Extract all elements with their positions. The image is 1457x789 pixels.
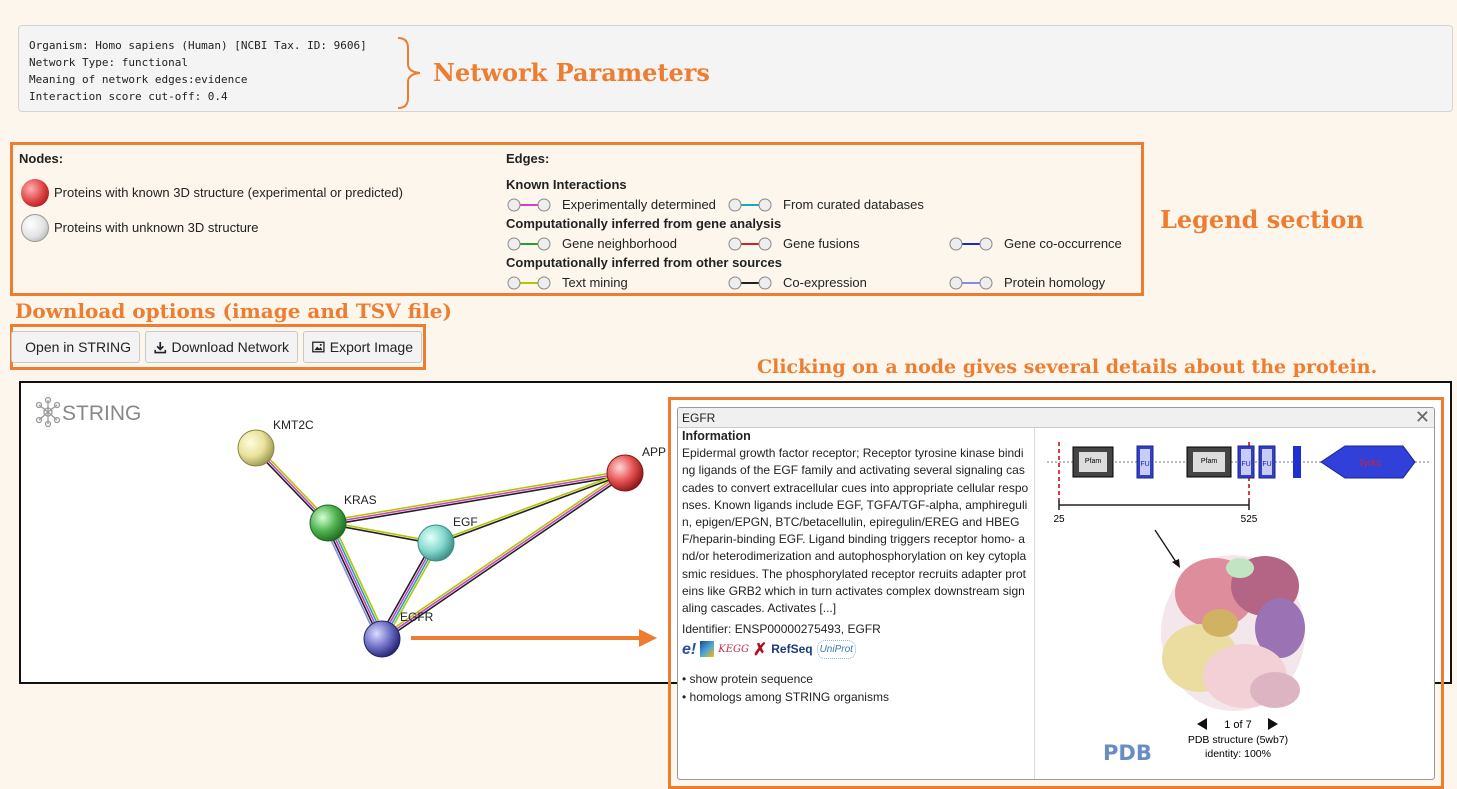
edge-symbol-curated xyxy=(728,198,772,212)
edge-label-curated: From curated databases xyxy=(783,197,924,212)
legend-section-annotation: Legend section xyxy=(1160,205,1364,234)
edge-symbol-homology xyxy=(949,276,993,290)
edge-label-coexpression: Co-expression xyxy=(783,275,867,290)
node-label-egf: EGF xyxy=(453,515,478,529)
node-app[interactable] xyxy=(606,454,644,492)
string-logo-icon xyxy=(35,396,61,428)
node-egfr[interactable] xyxy=(363,620,401,658)
open-in-string-label: Open in STRING xyxy=(25,339,131,355)
node-egf[interactable] xyxy=(417,524,455,562)
image-icon xyxy=(312,341,325,353)
edge-symbol-experimental xyxy=(507,198,551,212)
node-kmt2c[interactable] xyxy=(237,429,275,467)
download-network-label: Download Network xyxy=(171,339,290,355)
download-options-annotation: Download options (image and TSV file) xyxy=(15,299,452,323)
edge-label-neighborhood: Gene neighborhood xyxy=(562,236,677,251)
edge-egf-app[interactable] xyxy=(435,471,626,545)
click-node-annotation: Clicking on a node gives several details… xyxy=(757,356,1378,378)
edge-label-textmining: Text mining xyxy=(562,275,628,290)
edge-legend-symbols xyxy=(507,198,993,290)
node-label-app: APP xyxy=(642,445,666,459)
annotation-arrow xyxy=(411,629,657,647)
node-label-kmt2c: KMT2C xyxy=(273,418,314,432)
edge-symbol-coexpression xyxy=(728,276,772,290)
node-label-kras: KRAS xyxy=(344,493,377,507)
network-nodes[interactable] xyxy=(237,429,644,658)
edge-label-experimental: Experimentally determined xyxy=(562,197,716,212)
download-icon xyxy=(154,341,167,353)
edge-label-fusions: Gene fusions xyxy=(783,236,860,251)
string-logo-text: STRING xyxy=(62,402,141,425)
string-logo: STRING xyxy=(35,396,141,428)
edge-label-cooccurrence: Gene co-occurrence xyxy=(1004,236,1122,251)
detail-highlight-box xyxy=(668,397,1444,789)
edge-symbol-neighborhood xyxy=(507,237,551,251)
edge-symbol-fusions xyxy=(728,237,772,251)
node-label-egfr: EGFR xyxy=(400,610,434,624)
edge-label-homology: Protein homology xyxy=(1004,275,1106,290)
download-network-button[interactable]: Download Network xyxy=(145,331,298,363)
edge-symbol-cooccurrence xyxy=(949,237,993,251)
edge-symbol-textmining xyxy=(507,276,551,290)
open-in-string-button[interactable]: Open in STRING xyxy=(11,331,140,363)
export-image-button[interactable]: Export Image xyxy=(303,331,422,363)
node-kras[interactable] xyxy=(309,504,347,542)
export-image-label: Export Image xyxy=(329,339,413,355)
